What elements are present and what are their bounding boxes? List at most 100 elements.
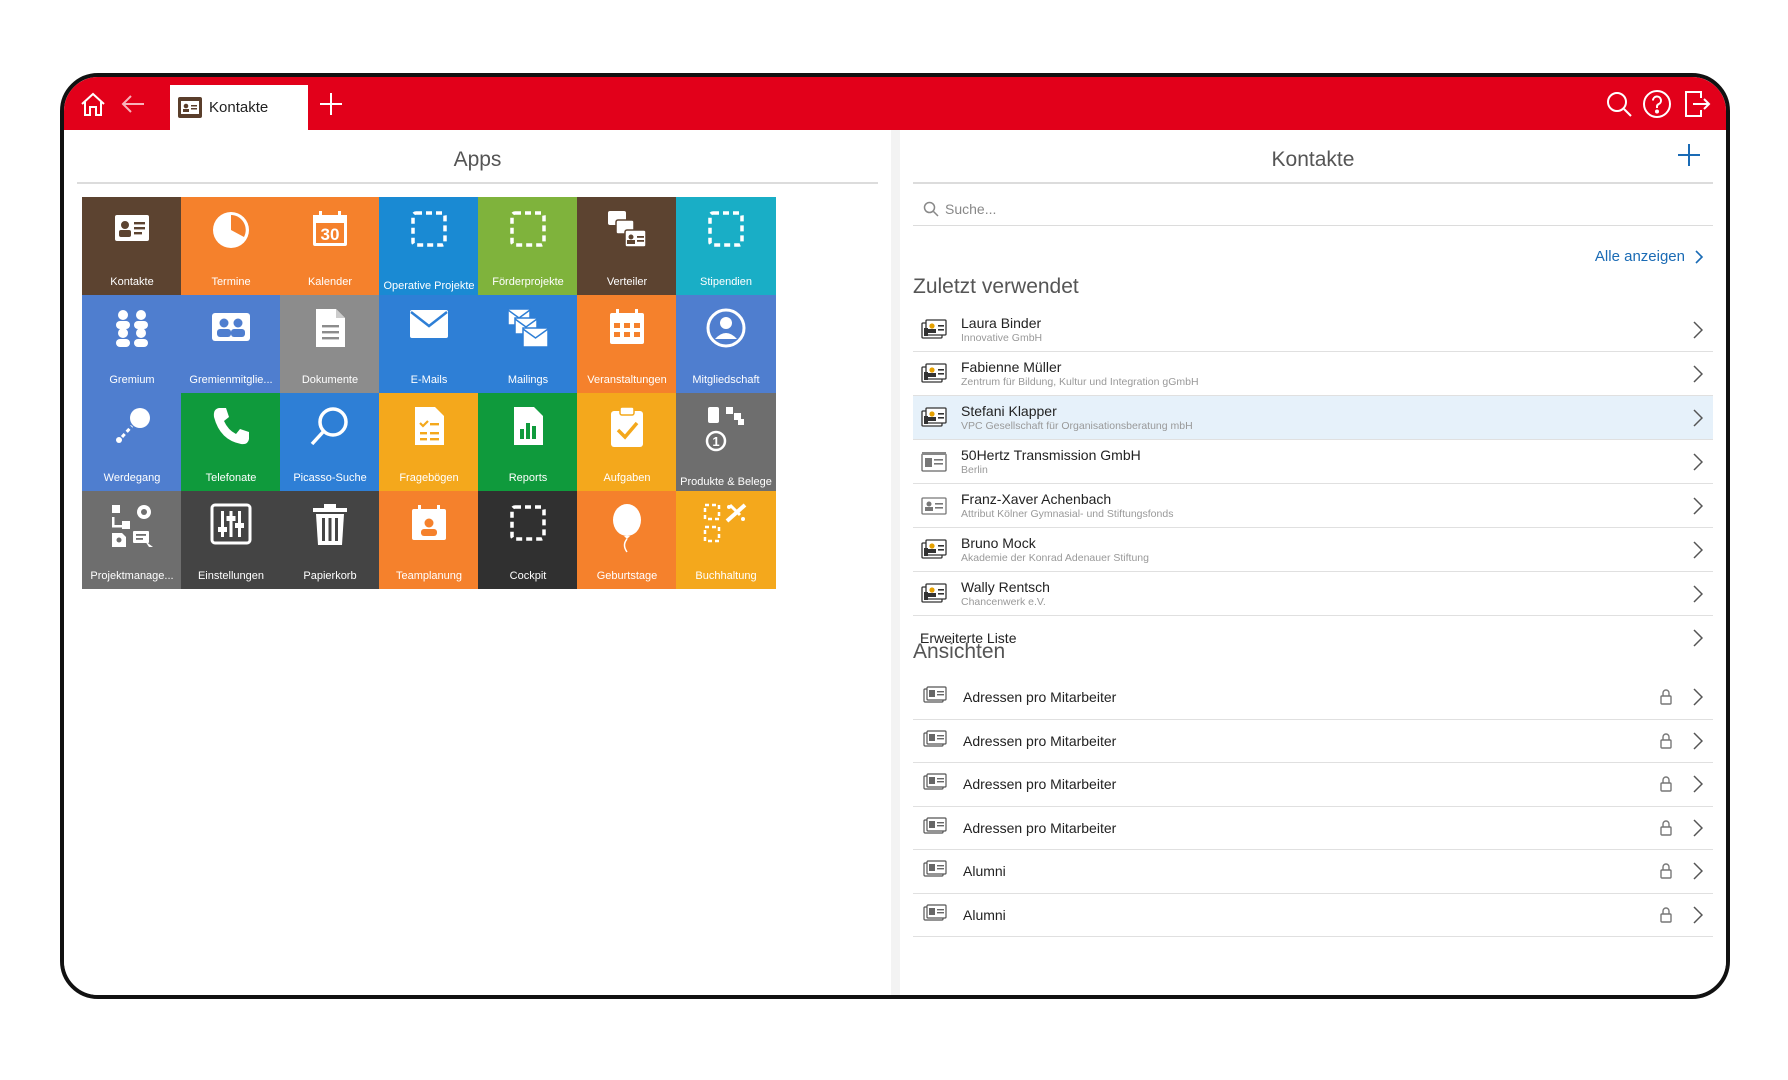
- apps-title: Apps: [453, 148, 502, 171]
- clipboard-check-icon: [608, 393, 646, 454]
- contact-name: Bruno Mock: [961, 534, 1036, 551]
- contact-row[interactable]: Wally Rentsch Chancenwerk e.V.: [913, 572, 1713, 616]
- tab-kontakte[interactable]: Kontakte: [170, 85, 308, 130]
- contact-row[interactable]: 50Hertz Transmission GmbH Berlin: [913, 440, 1713, 484]
- contact-row[interactable]: Franz-Xaver Achenbach Attribut Kölner Gy…: [913, 484, 1713, 528]
- app-tile-projektmanage[interactable]: Projektmanage...: [82, 491, 182, 589]
- app-tile-operative-projekte[interactable]: Operative Projekte: [379, 197, 479, 295]
- app-tile-label: Gremienmitglie...: [189, 374, 273, 386]
- chevron-right-icon: [1693, 364, 1704, 388]
- show-all-link[interactable]: Alle anzeigen: [1595, 248, 1704, 265]
- app-tile-buchhaltung[interactable]: Buchhaltung: [676, 491, 776, 589]
- app-tile-mitgliedschaft[interactable]: Mitgliedschaft: [676, 295, 776, 393]
- app-tile-aufgaben[interactable]: Aufgaben: [577, 393, 677, 491]
- app-tile-termine[interactable]: Termine: [181, 197, 281, 295]
- app-tile-gremium[interactable]: Gremium: [82, 295, 182, 393]
- app-tile-label: Produkte & Belege: [680, 476, 772, 488]
- app-tile-gremienmitglie[interactable]: Gremienmitglie...: [181, 295, 281, 393]
- contact-subtitle: Zentrum für Bildung, Kultur und Integrat…: [961, 375, 1199, 388]
- device-frame: Kontakte Apps Kontakte Termine 30 Kalender O…: [60, 73, 1730, 999]
- app-tile-label: Reports: [508, 472, 548, 484]
- app-tile-label: Termine: [211, 276, 251, 288]
- new-tab-plus-icon[interactable]: [314, 77, 348, 130]
- app-tile-telefonate[interactable]: Telefonate: [181, 393, 281, 491]
- contact-row[interactable]: Fabienne Müller Zentrum für Bildung, Kul…: [913, 352, 1713, 396]
- view-row[interactable]: Alumni: [913, 894, 1713, 937]
- chevron-right-icon: [1693, 496, 1704, 520]
- contact-name: Wally Rentsch: [961, 578, 1050, 595]
- recent-title: Zuletzt verwendet: [913, 275, 1079, 298]
- dashed-square-icon: [409, 197, 449, 254]
- app-tile-label: Kalender: [307, 276, 353, 288]
- person-card-icon: [921, 406, 947, 429]
- app-tile-label: Förderprojekte: [492, 276, 564, 288]
- search-icon[interactable]: [1602, 77, 1636, 130]
- app-tile-produkte-belege[interactable]: 1 Produkte & Belege: [676, 393, 776, 491]
- search-input[interactable]: Suche...: [913, 192, 1713, 226]
- app-tile-dokumente[interactable]: Dokumente: [280, 295, 380, 393]
- contact-row[interactable]: Laura Binder Innovative GmbH: [913, 308, 1713, 352]
- app-tile-label: Geburtstage: [596, 570, 658, 582]
- extended-list-row[interactable]: Erweiterte Liste: [913, 616, 1713, 660]
- chevron-right-icon: [1693, 452, 1704, 476]
- app-tile-reports[interactable]: Reports: [478, 393, 578, 491]
- divider: [77, 182, 878, 184]
- view-row[interactable]: Adressen pro Mitarbeiter: [913, 763, 1713, 807]
- app-tile-teamplanung[interactable]: Teamplanung: [379, 491, 479, 589]
- app-tile-picasso-suche[interactable]: Picasso-Suche: [280, 393, 380, 491]
- app-tile-veranstaltungen[interactable]: Veranstaltungen: [577, 295, 677, 393]
- chevron-right-icon: [1693, 540, 1704, 564]
- view-row[interactable]: Adressen pro Mitarbeiter: [913, 807, 1713, 850]
- app-tile-e-mails[interactable]: E-Mails: [379, 295, 479, 393]
- logout-icon[interactable]: [1680, 77, 1714, 130]
- app-tile-label: Einstellungen: [197, 570, 265, 582]
- app-tile-label: Werdegang: [103, 472, 161, 484]
- accounting-icon: [703, 491, 749, 554]
- app-tile-label: Stipendien: [700, 276, 752, 288]
- team-calendar-icon: [409, 491, 449, 548]
- contact-text: Stefani Klapper VPC Gesellschaft für Org…: [961, 403, 1193, 433]
- divider: [913, 182, 1713, 184]
- recent-list: Laura Binder Innovative GmbH Fabienne Mü…: [913, 308, 1713, 660]
- contact-row[interactable]: Stefani Klapper VPC Gesellschaft für Org…: [913, 396, 1713, 440]
- app-tile-verteiler[interactable]: Verteiler: [577, 197, 677, 295]
- search-icon: [923, 201, 939, 217]
- app-tile-fragebögen[interactable]: Fragebögen: [379, 393, 479, 491]
- app-tile-cockpit[interactable]: Cockpit: [478, 491, 578, 589]
- sliders-icon: [210, 491, 252, 550]
- group-icon: [111, 295, 153, 354]
- multi-envelope-icon: [506, 295, 550, 354]
- app-tile-förderprojekte[interactable]: Förderprojekte: [478, 197, 578, 295]
- contact-card-icon: [178, 97, 202, 118]
- app-tile-kontakte[interactable]: Kontakte: [82, 197, 182, 295]
- app-tile-kalender[interactable]: 30 Kalender: [280, 197, 380, 295]
- person-card-icon: [921, 318, 947, 341]
- app-tile-label: Mailings: [507, 374, 549, 386]
- calendar-30-icon: 30: [310, 197, 350, 254]
- app-tile-label: Telefonate: [205, 472, 257, 484]
- chevron-right-icon: [1693, 775, 1704, 798]
- contact-subtitle: Attribut Kölner Gymnasial- und Stiftungs…: [961, 507, 1174, 520]
- app-tile-geburtstage[interactable]: Geburtstage: [577, 491, 677, 589]
- help-icon[interactable]: [1640, 77, 1674, 130]
- contact-name: Stefani Klapper: [961, 402, 1057, 419]
- view-row[interactable]: Alumni: [913, 850, 1713, 894]
- app-tile-einstellungen[interactable]: Einstellungen: [181, 491, 281, 589]
- view-row[interactable]: Adressen pro Mitarbeiter: [913, 676, 1713, 720]
- app-tile-mailings[interactable]: Mailings: [478, 295, 578, 393]
- report-chart-icon: [510, 393, 546, 452]
- dashed-square-icon: [508, 197, 548, 254]
- view-name: Adressen pro Mitarbeiter: [963, 776, 1117, 793]
- app-tile-papierkorb[interactable]: Papierkorb: [280, 491, 380, 589]
- contact-row[interactable]: Bruno Mock Akademie der Konrad Adenauer …: [913, 528, 1713, 572]
- contact-text: Bruno Mock Akademie der Konrad Adenauer …: [961, 535, 1149, 565]
- app-tile-label: Aufgaben: [603, 472, 651, 484]
- document-icon: [312, 295, 348, 354]
- app-tile-stipendien[interactable]: Stipendien: [676, 197, 776, 295]
- home-icon[interactable]: [76, 77, 110, 130]
- company-card-icon: [921, 451, 947, 473]
- view-row[interactable]: Adressen pro Mitarbeiter: [913, 720, 1713, 763]
- back-arrow-icon[interactable]: [116, 77, 150, 130]
- app-tile-werdegang[interactable]: Werdegang: [82, 393, 182, 491]
- add-contact-plus-icon[interactable]: [1676, 142, 1708, 174]
